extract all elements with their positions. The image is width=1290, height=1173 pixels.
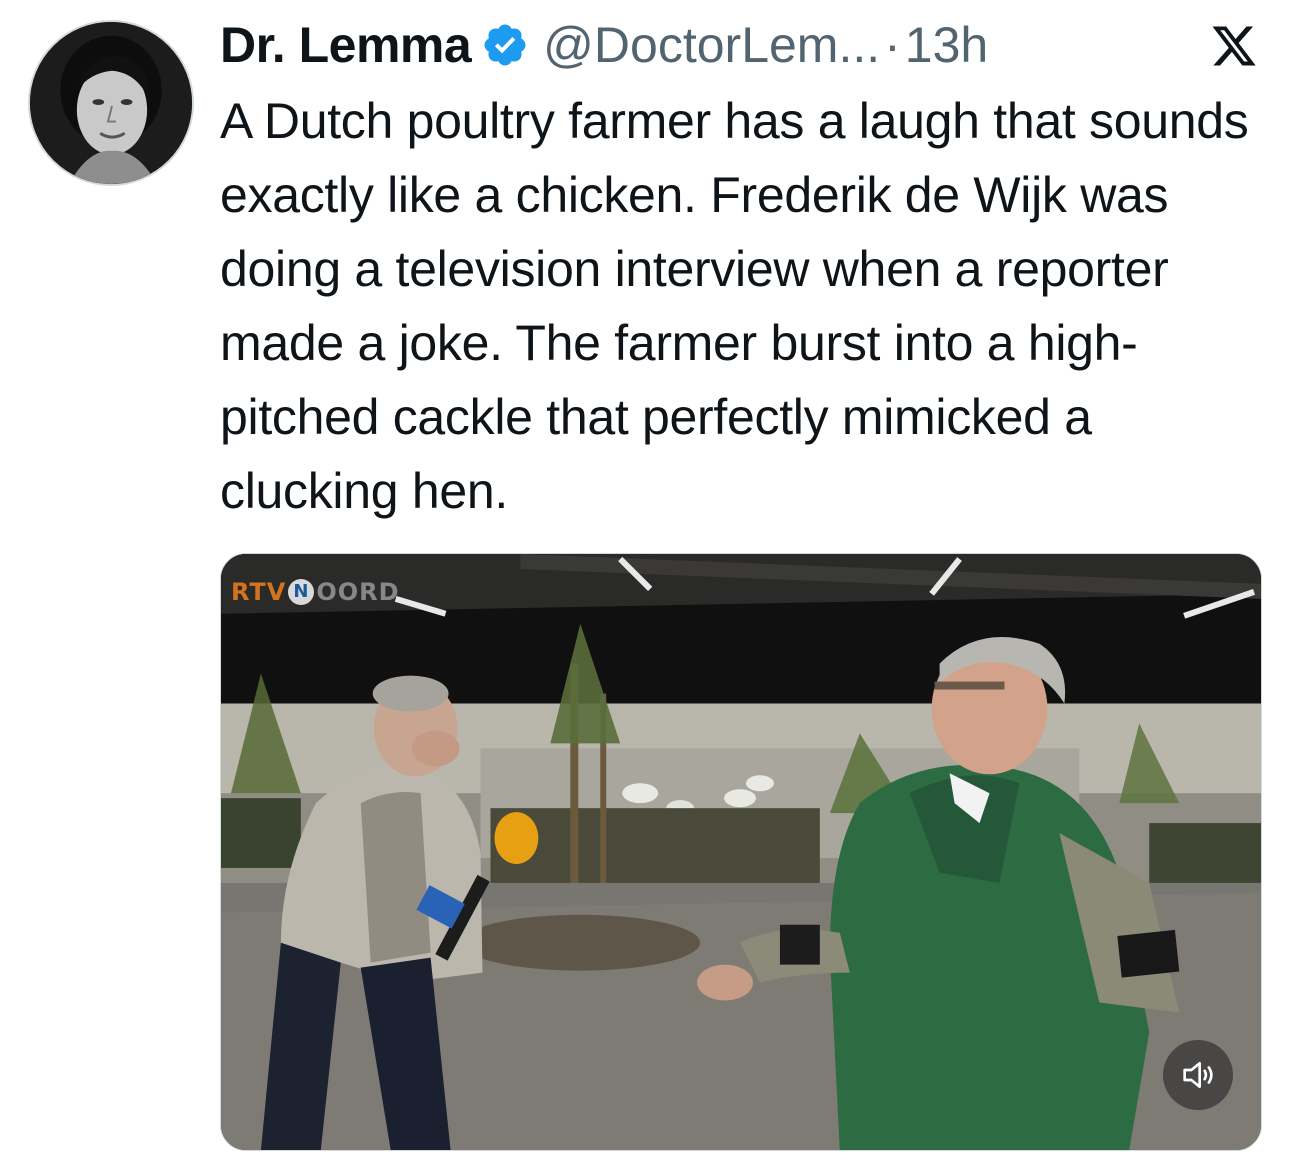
tweet[interactable]: Dr. Lemma @DoctorLem... · 13h A Dutch po… (0, 0, 1290, 1173)
speaker-icon (1183, 1062, 1213, 1088)
video-frame (221, 554, 1261, 1150)
x-logo-icon[interactable] (1208, 22, 1260, 70)
tweet-header: Dr. Lemma @DoctorLem... · 13h (220, 12, 988, 78)
channel-logo-prefix: RTV (231, 578, 287, 606)
separator-dot: · (884, 17, 901, 73)
author-handle[interactable]: @DoctorLem... (543, 16, 880, 74)
verified-badge-icon (481, 21, 529, 69)
channel-logo-circle: N (288, 579, 315, 605)
tweet-timestamp[interactable]: 13h (905, 16, 988, 74)
avatar[interactable] (28, 20, 194, 186)
author-display-name[interactable]: Dr. Lemma (220, 16, 472, 74)
channel-logo: RTV N OORD (231, 578, 400, 606)
volume-button[interactable] (1163, 1040, 1233, 1110)
video-player[interactable]: RTV N OORD (220, 553, 1262, 1151)
tweet-text: A Dutch poultry farmer has a laugh that … (220, 93, 1249, 519)
avatar-image (30, 22, 192, 184)
channel-logo-suffix: OORD (316, 578, 400, 606)
